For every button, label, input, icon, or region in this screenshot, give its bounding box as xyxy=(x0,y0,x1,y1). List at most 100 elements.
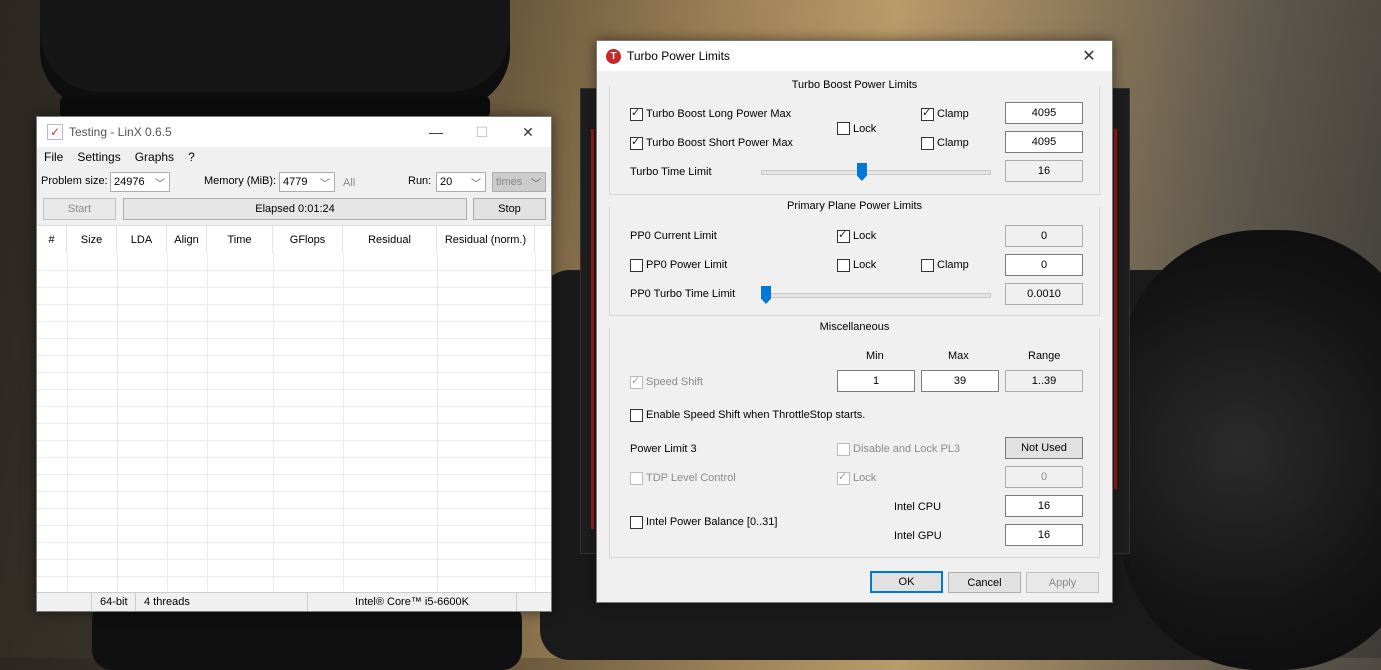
pp0-current-lock-checkbox[interactable] xyxy=(837,228,850,243)
column-divider xyxy=(67,254,68,594)
problem-size-label: Problem size: xyxy=(41,175,108,187)
memory-value: 4779 xyxy=(283,176,308,188)
clamp-label: Clamp xyxy=(937,108,969,120)
pp0-clamp-checkbox[interactable] xyxy=(921,259,934,272)
status-cell-empty xyxy=(37,593,92,611)
run-label: Run: xyxy=(408,175,432,187)
long-power-checkbox[interactable] xyxy=(630,106,643,121)
turbo-time-slider-track[interactable] xyxy=(761,170,991,175)
intel-gpu-input[interactable]: 16 xyxy=(1005,524,1083,546)
pp0-power-checkbox[interactable] xyxy=(630,259,643,272)
maximize-button[interactable]: ☐ xyxy=(459,117,505,147)
cancel-button[interactable]: Cancel xyxy=(948,572,1021,593)
pp0-turbo-time-slider-track[interactable] xyxy=(761,293,991,298)
long-power-input[interactable]: 4095 xyxy=(1005,102,1083,124)
tdp-lock-checkbox[interactable] xyxy=(837,470,850,485)
pl3-not-used-button[interactable]: Not Used xyxy=(1005,437,1083,459)
pp0-current-label: PP0 Current Limit xyxy=(630,230,717,242)
column-divider xyxy=(273,254,274,594)
clamp-label: Clamp xyxy=(937,137,969,149)
enable-speed-shift-checkbox[interactable] xyxy=(630,409,643,422)
dialog-title: Turbo Power Limits xyxy=(627,49,730,63)
run-unit-combo[interactable]: times ﹀ xyxy=(492,172,546,192)
dialog-titlebar[interactable]: T Turbo Power Limits ✕ xyxy=(597,41,1112,71)
pp0-power-lock-checkbox[interactable] xyxy=(837,259,850,272)
linx-titlebar[interactable]: ✓ Testing - LinX 0.6.5 — ☐ ✕ xyxy=(37,117,551,147)
speed-shift-checkbox[interactable] xyxy=(630,374,643,389)
speed-shift-range: 1..39 xyxy=(1005,370,1083,392)
pp0-turbo-time-value: 0.0010 xyxy=(1005,283,1083,305)
enable-speed-shift-label: Enable Speed Shift when ThrottleStop sta… xyxy=(646,409,866,421)
status-bits: 64-bit xyxy=(92,593,136,611)
close-button[interactable]: ✕ xyxy=(505,117,551,147)
column-divider xyxy=(535,254,536,594)
column-header[interactable]: Residual (norm.) xyxy=(437,226,535,254)
ok-button[interactable]: OK xyxy=(870,571,943,593)
power-balance-checkbox[interactable] xyxy=(630,516,643,529)
disable-pl3-checkbox[interactable] xyxy=(837,443,850,456)
column-header[interactable]: Residual xyxy=(343,226,437,254)
problem-size-combo[interactable]: 24976 ﹀ xyxy=(110,172,170,192)
min-header: Min xyxy=(866,350,884,362)
status-bar: 64-bit 4 threads Intel® Core™ i5-6600K xyxy=(37,592,551,611)
chevron-down-icon: ﹀ xyxy=(471,179,481,190)
memory-combo[interactable]: 4779 ﹀ xyxy=(279,172,335,192)
stop-button[interactable]: Stop xyxy=(473,198,546,220)
linx-window: ✓ Testing - LinX 0.6.5 — ☐ ✕ File Settin… xyxy=(36,116,552,612)
memory-label: Memory (MiB): xyxy=(204,175,277,187)
all-checkbox-label[interactable]: All xyxy=(343,177,355,189)
column-header[interactable]: LDA xyxy=(117,226,167,254)
background-window-accent xyxy=(591,129,594,529)
bg-lens-ring xyxy=(60,96,490,118)
turbo-lock-checkbox[interactable] xyxy=(837,122,850,135)
throttlestop-icon: T xyxy=(606,48,621,64)
run-value: 20 xyxy=(440,176,453,188)
column-divider xyxy=(207,254,208,594)
menu-help[interactable]: ? xyxy=(188,150,195,164)
menu-file[interactable]: File xyxy=(44,150,63,164)
menu-graphs[interactable]: Graphs xyxy=(135,150,174,164)
bg-lens-right xyxy=(1120,230,1381,670)
turbo-time-label: Turbo Time Limit xyxy=(630,166,712,178)
apply-button[interactable]: Apply xyxy=(1026,572,1099,593)
linx-app-icon: ✓ xyxy=(47,124,63,140)
tdp-level-value: 0 xyxy=(1005,466,1083,488)
intel-gpu-label: Intel GPU xyxy=(894,530,942,542)
short-power-checkbox[interactable] xyxy=(630,135,643,150)
column-header[interactable]: Size xyxy=(67,226,117,254)
clamp-label: Clamp xyxy=(937,259,969,271)
column-header[interactable]: Align xyxy=(167,226,207,254)
group-title: Turbo Boost Power Limits xyxy=(610,79,1099,91)
background-window-accent xyxy=(1114,129,1117,489)
run-combo[interactable]: 20 ﹀ xyxy=(436,172,486,192)
tdp-level-checkbox[interactable] xyxy=(630,472,643,485)
column-header[interactable]: Time xyxy=(207,226,273,254)
column-header[interactable]: GFlops xyxy=(273,226,343,254)
short-power-label: Turbo Boost Short Power Max xyxy=(646,137,793,149)
power-limit-3-label: Power Limit 3 xyxy=(630,443,697,455)
speed-shift-max-input[interactable]: 39 xyxy=(921,370,999,392)
column-header[interactable]: # xyxy=(37,226,67,254)
turbo-time-value: 16 xyxy=(1005,160,1083,182)
intel-cpu-label: Intel CPU xyxy=(894,501,942,513)
problem-size-value: 24976 xyxy=(114,176,145,188)
pp0-power-input[interactable]: 0 xyxy=(1005,254,1083,276)
status-cpu: Intel® Core™ i5-6600K xyxy=(308,593,517,611)
results-table-header: # Size LDA Align Time GFlops Residual Re… xyxy=(37,226,535,254)
speed-shift-min-input[interactable]: 1 xyxy=(837,370,915,392)
pp0-power-label: PP0 Power Limit xyxy=(646,259,728,271)
minimize-button[interactable]: — xyxy=(413,117,459,147)
menu-settings[interactable]: Settings xyxy=(77,150,120,164)
group-title: Miscellaneous xyxy=(610,321,1099,333)
start-button[interactable]: Start xyxy=(43,198,116,220)
column-divider xyxy=(117,254,118,594)
intel-cpu-input[interactable]: 16 xyxy=(1005,495,1083,517)
long-clamp-checkbox[interactable] xyxy=(921,106,934,121)
close-button[interactable]: ✕ xyxy=(1066,41,1112,71)
results-table: # Size LDA Align Time GFlops Residual Re… xyxy=(37,225,551,594)
status-threads: 4 threads xyxy=(136,593,308,611)
short-power-input[interactable]: 4095 xyxy=(1005,131,1083,153)
linx-window-title: Testing - LinX 0.6.5 xyxy=(69,125,172,139)
column-divider xyxy=(167,254,168,594)
short-clamp-checkbox[interactable] xyxy=(921,137,934,150)
